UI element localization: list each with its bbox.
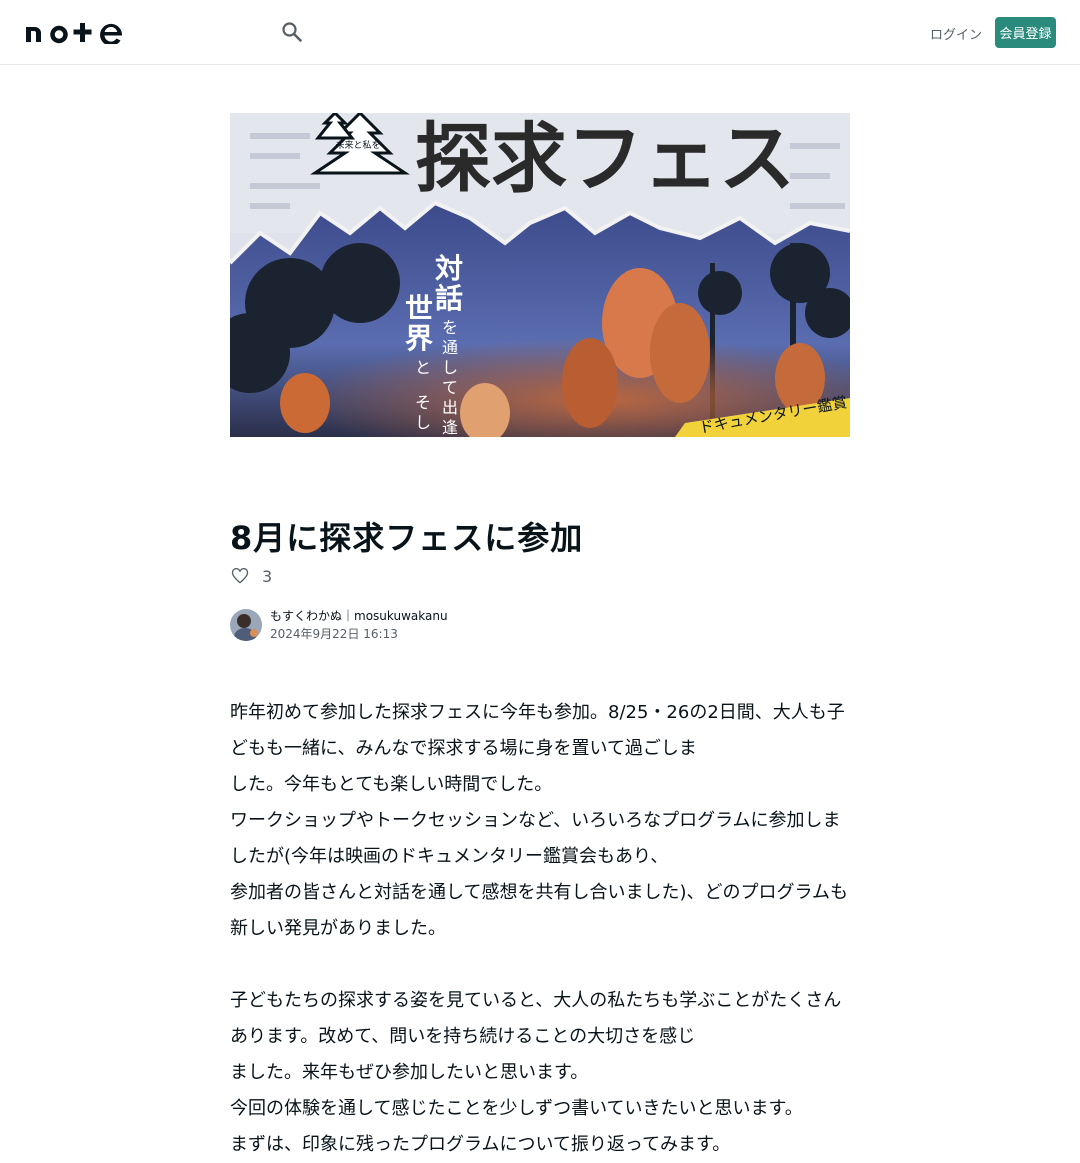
svg-text:対: 対: [435, 252, 463, 285]
like-area: 3: [230, 566, 272, 586]
article-body: 昨年初めて参加した探求フェスに今年も参加。8/25・26の2日間、大人も子どもも…: [230, 695, 852, 1163]
eyecatch-image: 未来と私を 探求フェス 対 話 を 通 し て 出 逢 世 界 と そ し ドキ…: [230, 113, 850, 437]
svg-text:通: 通: [442, 338, 458, 357]
svg-text:て: て: [442, 378, 458, 397]
body-line: ました。来年もぜひ参加したいと思います。: [230, 1062, 589, 1083]
flyer-headline: 探求フェス: [415, 114, 795, 203]
avatar[interactable]: [230, 609, 262, 641]
svg-text:出: 出: [442, 398, 458, 417]
svg-text:世: 世: [405, 292, 433, 325]
search-icon[interactable]: [280, 20, 304, 44]
body-line: 参加者の皆さんと対話を通して感想を共有し合いました)、どのプログラムも新しい発見…: [230, 882, 848, 939]
article-title: 8月に探求フェスに参加: [230, 519, 584, 557]
login-link[interactable]: ログイン: [930, 24, 982, 43]
post-date: 2024年9月22日 16:13: [270, 627, 398, 641]
site-header: ログイン 会員登録: [0, 0, 1080, 65]
signup-button[interactable]: 会員登録: [995, 17, 1056, 48]
heart-icon[interactable]: [230, 566, 250, 586]
body-line: 今回の体験を通して感じたことを少しずつ書いていきたいと思います。: [230, 1098, 803, 1119]
flyer-photo: 未来と私を 探求フェス 対 話 を 通 し て 出 逢 世 界 と そ し ドキ…: [230, 113, 850, 437]
svg-text:を: を: [442, 318, 458, 337]
svg-text:逢: 逢: [442, 418, 458, 437]
body-line: まずは、印象に残ったプログラムについて振り返ってみます。: [230, 1134, 731, 1155]
svg-text:未来と私を: 未来と私を: [335, 139, 380, 151]
svg-text:し: し: [442, 358, 458, 377]
like-count: 3: [262, 566, 273, 586]
svg-text:そ: そ: [415, 393, 431, 412]
body-line: した。今年もとても楽しい時間でした。: [230, 774, 553, 795]
svg-text:し: し: [415, 413, 431, 432]
author-name[interactable]: もすくわかぬ｜mosukuwakanu: [270, 607, 448, 625]
body-line: ワークショップやトークセッションなど、いろいろなプログラムに参加しましたが(今年…: [230, 810, 841, 867]
svg-text:界: 界: [405, 322, 433, 355]
body-line: 昨年初めて参加した探求フェスに今年も参加。8/25・26の2日間、大人も子どもも…: [230, 702, 845, 759]
note-logo[interactable]: [24, 20, 124, 44]
svg-text:話: 話: [435, 282, 463, 315]
body-line: 子どもたちの探求する姿を見ていると、大人の私たちも学ぶことがたくさんあります。改…: [230, 990, 842, 1047]
author-info: もすくわかぬ｜mosukuwakanu 2024年9月22日 16:13: [230, 607, 448, 643]
svg-text:と: と: [415, 358, 431, 377]
